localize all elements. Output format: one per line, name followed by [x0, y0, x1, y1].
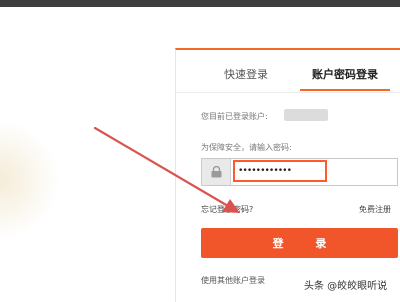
watermark: 头条 @皎皎眼听说: [303, 277, 389, 292]
password-input[interactable]: [233, 160, 327, 182]
top-bar: [0, 0, 400, 7]
tab-account-login[interactable]: 账户密码登录: [312, 66, 378, 82]
active-tab-indicator: [300, 89, 390, 91]
masked-account-name: [284, 109, 328, 121]
lock-icon: [211, 166, 222, 178]
password-field: [201, 158, 398, 186]
background-glow: [0, 120, 60, 240]
login-panel: 快速登录 账户密码登录 您目前已登录账户: 为保障安全，请输入密码: 忘记登录密…: [175, 48, 400, 302]
forgot-password-link[interactable]: 忘记登录密码?: [201, 204, 253, 215]
current-account-label: 您目前已登录账户:: [201, 112, 268, 121]
password-hint: 为保障安全，请输入密码:: [201, 143, 292, 152]
login-button[interactable]: 登 录: [201, 228, 398, 258]
tab-quick-login[interactable]: 快速登录: [224, 66, 268, 82]
lock-icon-box: [202, 159, 231, 185]
login-tabs: 快速登录 账户密码登录: [176, 50, 400, 93]
other-account-login-link[interactable]: 使用其他账户登录: [201, 275, 265, 286]
register-link[interactable]: 免费注册: [359, 204, 391, 215]
